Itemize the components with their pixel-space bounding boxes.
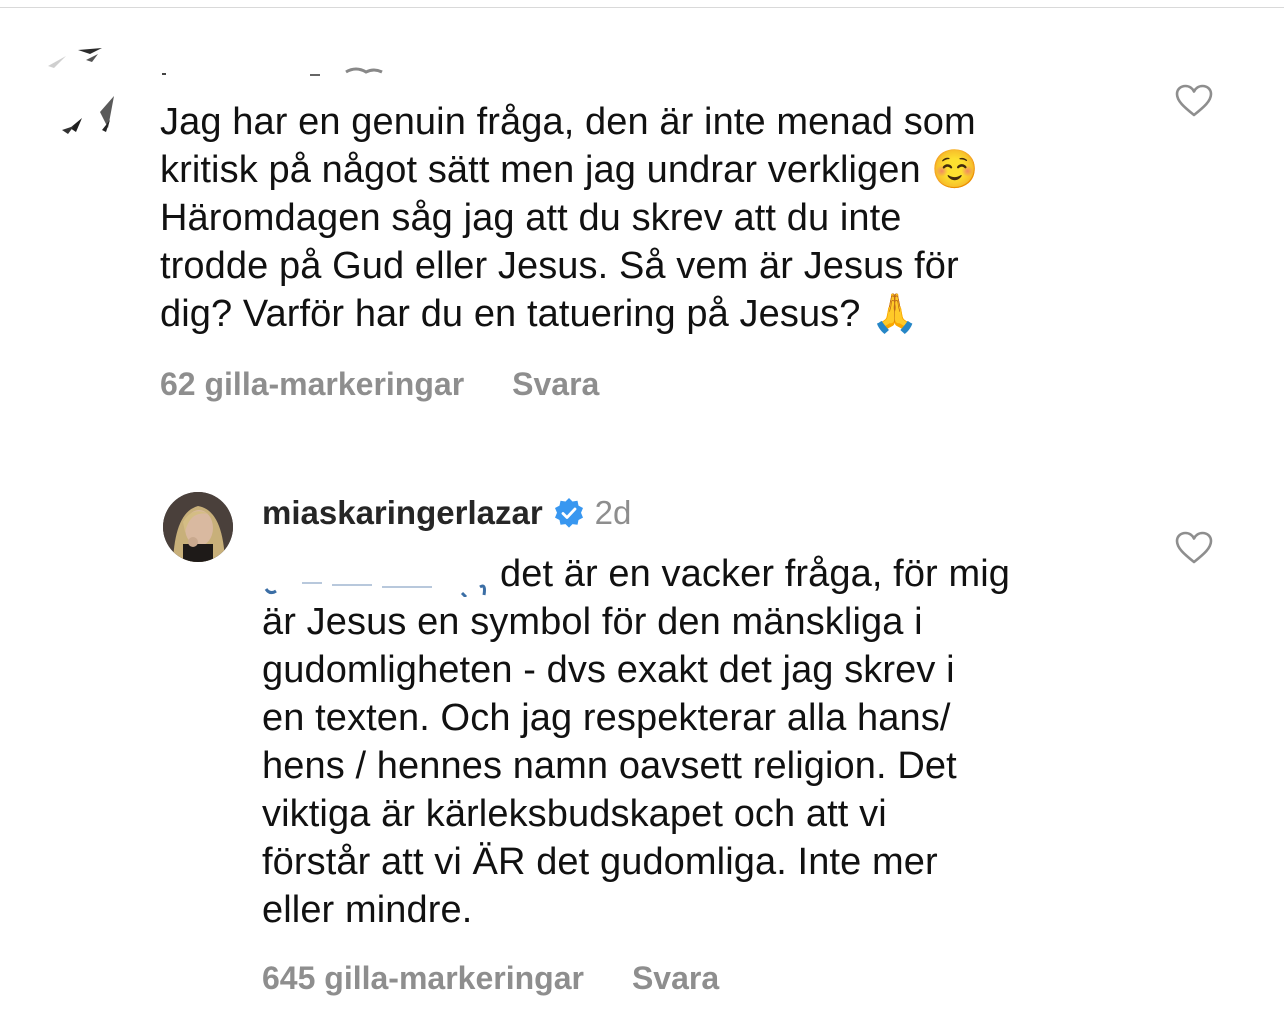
comment-line: Häromdagen såg jag att du skrev att du i… (160, 197, 902, 239)
comment-line: Jag har en genuin fråga, den är inte men… (160, 101, 976, 143)
comment-line: eller mindre. (262, 889, 473, 931)
timestamp: 2d (594, 494, 632, 531)
comment-line: förstår att vi ÄR det gudomliga. Inte me… (262, 841, 938, 883)
comment-line: gudomligheten - dvs exakt det jag skrev … (262, 649, 955, 691)
top-divider (0, 7, 1284, 8)
likes-count[interactable]: 62 gilla-markeringar (160, 366, 464, 402)
redacted-mention[interactable] (262, 561, 492, 599)
comment-1-text: Jag har en genuin fråga, den är inte men… (160, 98, 1120, 338)
verified-badge-icon (553, 497, 585, 529)
redacted-username (160, 56, 390, 78)
comment-line: viktiga är kärleksbudskapet och att vi (262, 793, 887, 835)
username[interactable]: miaskaringerlazar (262, 494, 543, 532)
comment-2-text: det är en vacker fråga, för mig är Jesus… (262, 550, 1122, 934)
comment-1-actions: 62 gilla-markeringar Svara (160, 366, 599, 403)
comments-screen: Jag har en genuin fråga, den är inte men… (0, 0, 1284, 1032)
comment-line: trodde på Gud eller Jesus. Så vem är Jes… (160, 245, 959, 287)
reply-button[interactable]: Svara (632, 960, 719, 996)
comment-2-actions: 645 gilla-markeringar Svara (262, 960, 719, 997)
comment-line: är Jesus en symbol för den mänskliga i (262, 601, 923, 643)
comment-first-line: det är en vacker fråga, för mig (500, 553, 1010, 595)
avatar-redacted[interactable] (40, 40, 140, 140)
comment-line: det är en vacker fråga, för mig (262, 550, 1122, 599)
heart-outline-icon[interactable] (1175, 84, 1213, 118)
comment-2-header: miaskaringerlazar 2d (262, 494, 631, 532)
reply-button[interactable]: Svara (512, 366, 599, 402)
comment-line: en texten. Och jag respekterar alla hans… (262, 697, 951, 739)
comment-line: hens / hennes namn oavsett religion. Det (262, 745, 957, 787)
likes-count[interactable]: 645 gilla-markeringar (262, 960, 584, 996)
comment-line: kritisk på något sätt men jag undrar ver… (160, 149, 979, 191)
comment-line: dig? Varför har du en tatuering på Jesus… (160, 293, 919, 335)
heart-outline-icon[interactable] (1175, 531, 1213, 565)
avatar[interactable] (163, 492, 233, 562)
